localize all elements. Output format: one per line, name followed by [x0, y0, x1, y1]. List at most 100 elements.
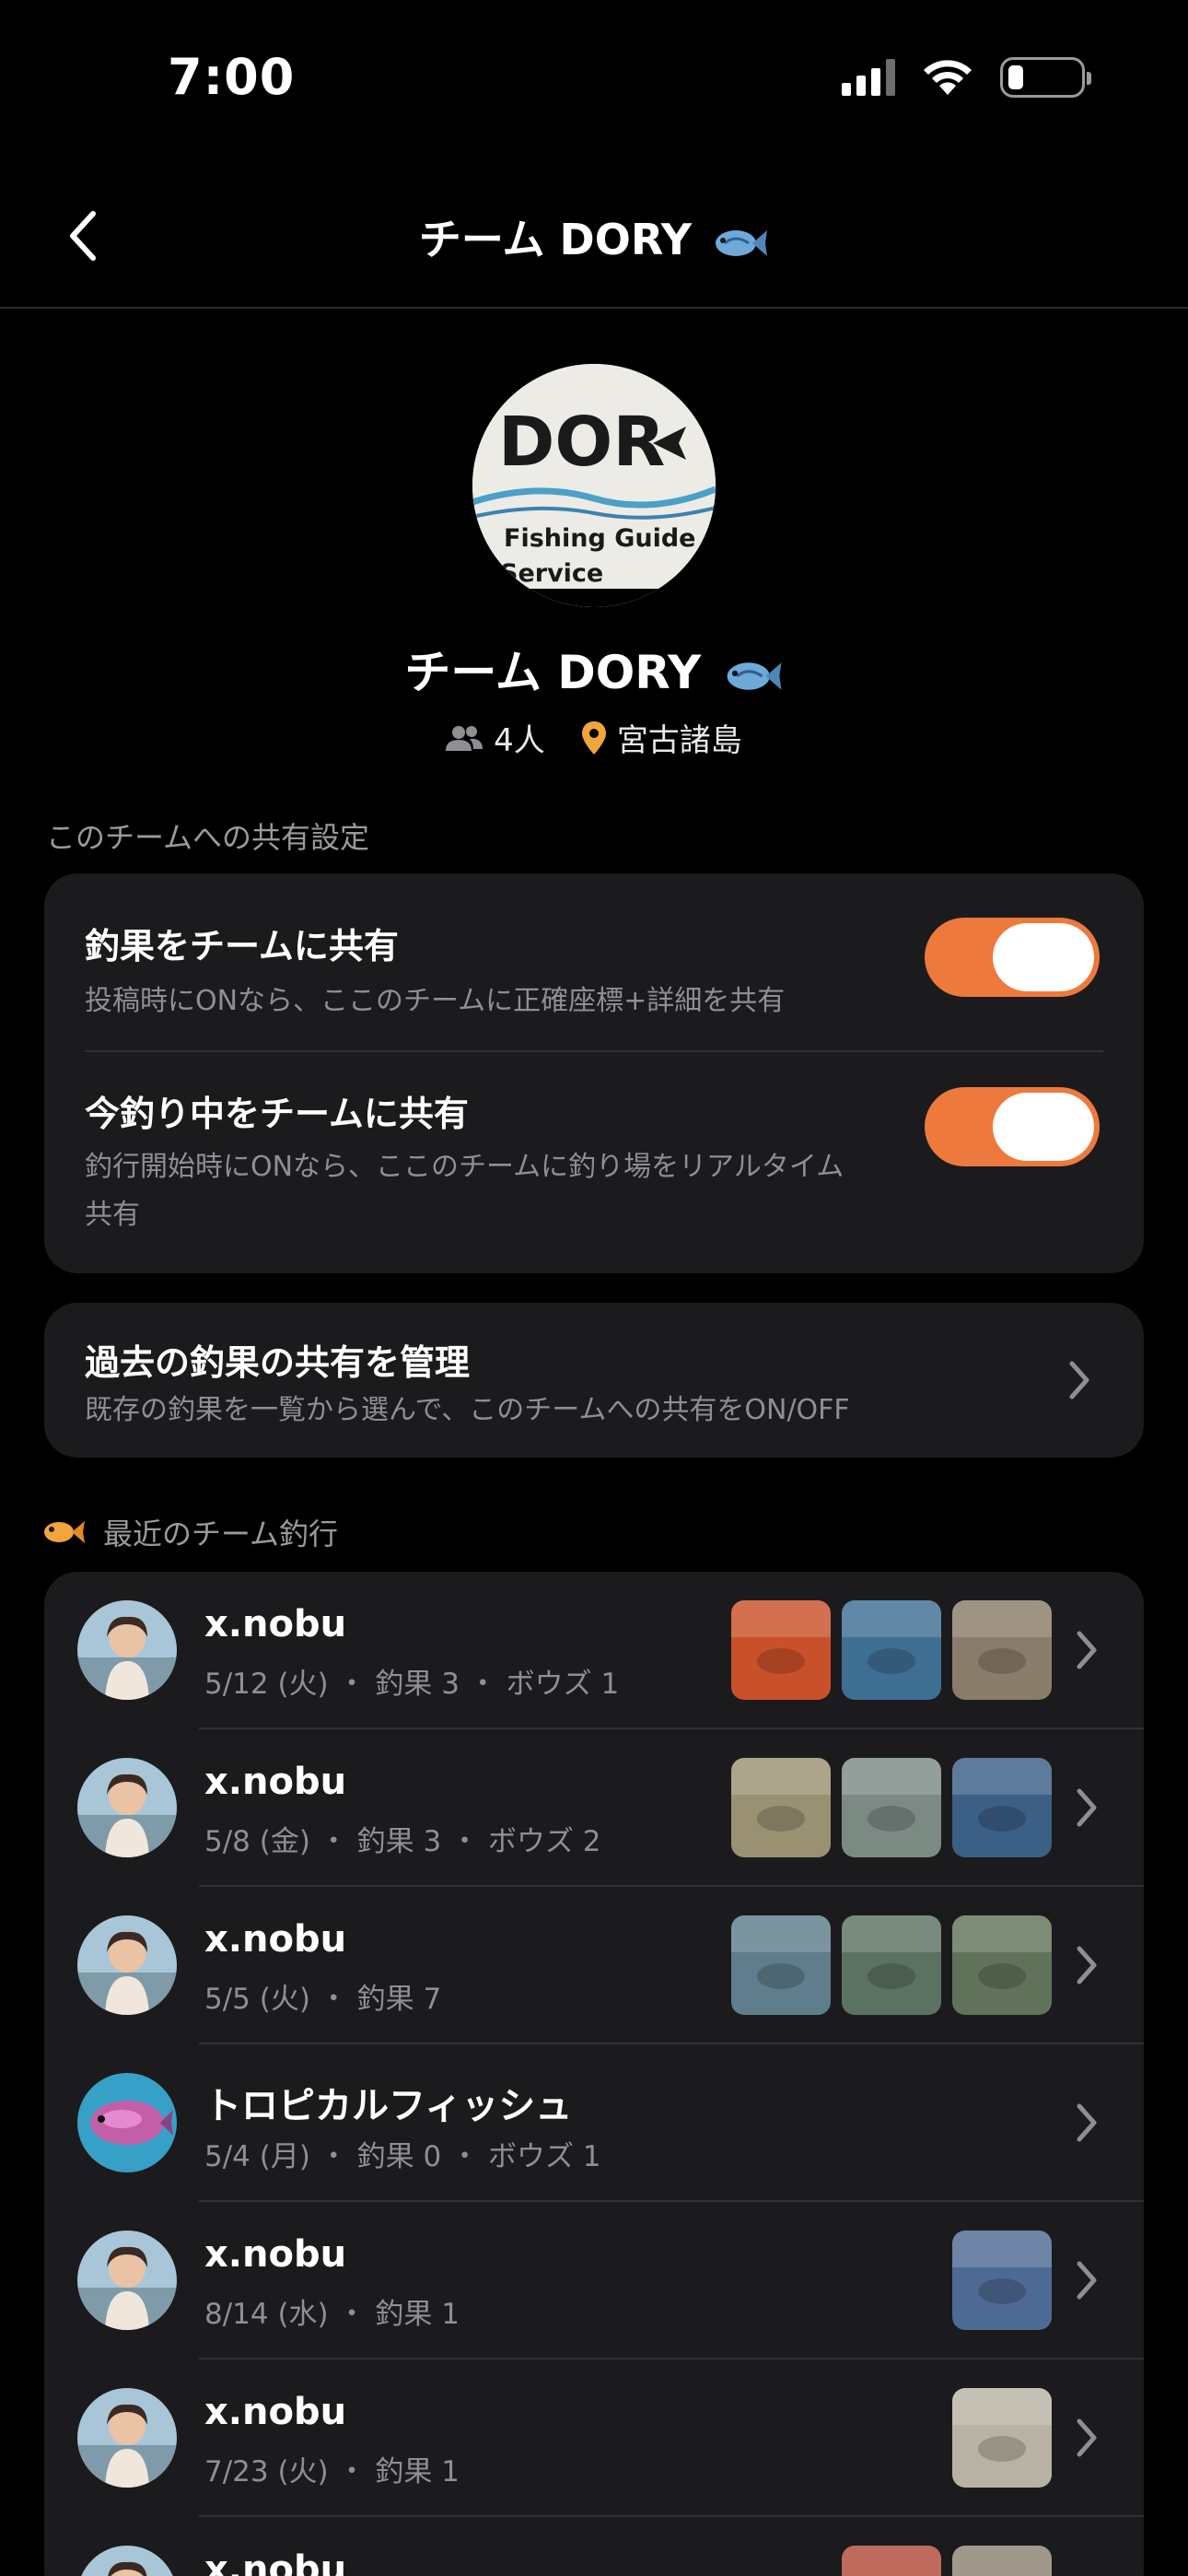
catch-photo[interactable] — [842, 2546, 941, 2576]
nav-bar: チーム DORY — [0, 175, 1188, 309]
catch-photo[interactable] — [952, 2546, 1052, 2576]
trip-date: 5/4 (月) — [204, 2140, 310, 2173]
share-catch-desc: 投稿時にONなら、ここのチームに正確座標+詳細を共有 — [85, 985, 786, 1017]
trip-date: 5/5 (火) — [204, 1983, 310, 2016]
avatar — [77, 2388, 177, 2488]
fish-icon — [727, 662, 782, 690]
wifi-icon — [924, 60, 972, 95]
trip-stats: 釣果 0 ・ ボウズ 1 — [356, 2140, 601, 2173]
recent-trips-header: 最近のチーム釣行 — [42, 1511, 338, 1553]
trip-summary: 5/5 (火) ・ 釣果 7 — [204, 1975, 441, 2017]
trip-row[interactable]: x.nobu 8/14 (水) ・ 釣果 1 — [44, 2202, 1144, 2359]
chevron-right-icon — [1077, 1788, 1097, 1827]
trip-user-name: x.nobu — [204, 2548, 347, 2576]
chevron-right-icon — [1077, 2103, 1097, 2142]
trip-summary: 7/23 (火) ・ 釣果 1 — [204, 2448, 460, 2489]
share-live-desc: 釣行開始時にONなら、ここのチームに釣り場をリアルタイム 共有 — [85, 1143, 844, 1239]
catch-thumbnails — [731, 1758, 1052, 1857]
separator-dot: ・ — [309, 2140, 357, 2173]
catch-photo[interactable] — [731, 1915, 831, 2015]
trip-user-name: x.nobu — [204, 2391, 347, 2433]
trip-stats: 釣果 3 ・ ボウズ 2 — [356, 1825, 601, 1858]
team-meta: 4人 宮古諸島 — [0, 715, 1188, 760]
cellular-signal-icon — [842, 59, 895, 96]
trip-user-name: x.nobu — [204, 1761, 347, 1803]
people-icon — [446, 725, 483, 751]
catch-photo[interactable] — [842, 1600, 941, 1700]
logo-wordmark: DOR — [498, 403, 665, 482]
location-text: 宮古諸島 — [616, 722, 742, 759]
fish-icon — [716, 229, 768, 256]
manage-shares-content: 過去の釣果の共有を管理 既存の釣果を一覧から選んで、このチームへの共有をON/O… — [85, 1334, 850, 1434]
catch-photo[interactable] — [952, 2388, 1052, 2488]
trip-row[interactable]: x.nobu 5/5 (火) ・ 釣果 7 — [44, 1887, 1144, 2044]
trip-date: 7/23 (火) — [204, 2455, 329, 2488]
catch-thumbnails — [731, 1915, 1052, 2015]
logo-text-line1: Fishing Guide — [504, 524, 695, 553]
trip-summary: 5/12 (火) ・ 釣果 3 ・ ボウズ 1 — [204, 1660, 619, 1702]
separator-dot: ・ — [328, 1668, 376, 1701]
chevron-right-icon — [1077, 2261, 1097, 2300]
catch-photo[interactable] — [842, 1758, 941, 1857]
share-live-toggle[interactable] — [925, 1087, 1100, 1166]
share-section-label: このチームへの共有設定 — [46, 820, 370, 855]
status-time: 7:00 — [168, 48, 296, 106]
avatar — [77, 1758, 177, 1857]
catch-photo[interactable] — [952, 1758, 1052, 1857]
separator-dot: ・ — [309, 1983, 357, 2016]
chevron-right-icon — [1077, 2418, 1097, 2457]
recent-trips-label: 最近のチーム釣行 — [103, 1516, 339, 1551]
share-live-desc-line2: 共有 — [85, 1199, 140, 1231]
trip-row[interactable]: x.nobu 5/12 (火) ・ 釣果 3 ・ ボウズ 1 — [44, 1572, 1144, 1729]
trip-user-name: x.nobu — [204, 1603, 347, 1645]
status-icons — [842, 57, 1091, 98]
catch-photo[interactable] — [952, 2231, 1052, 2330]
team-name-text: チーム DORY — [404, 646, 702, 699]
nav-title-text: チーム DORY — [418, 215, 693, 264]
member-count: 4人 — [446, 715, 545, 760]
manage-shares-card[interactable]: 過去の釣果の共有を管理 既存の釣果を一覧から選んで、このチームへの共有をON/O… — [44, 1303, 1144, 1458]
trip-stats: 釣果 1 — [375, 2455, 460, 2488]
team-location: 宮古諸島 — [581, 715, 742, 760]
catch-photo[interactable] — [731, 1600, 831, 1700]
trip-summary: 5/8 (金) ・ 釣果 3 ・ ボウズ 2 — [204, 1818, 601, 1859]
catch-photo[interactable] — [952, 1600, 1052, 1700]
divider — [85, 1050, 1103, 1052]
battery-icon — [1000, 57, 1091, 98]
catch-thumbnails — [842, 2546, 1052, 2576]
trip-summary: 8/14 (水) ・ 釣果 1 — [204, 2290, 460, 2332]
catch-photo[interactable] — [952, 1915, 1052, 2015]
catch-photo[interactable] — [842, 1915, 941, 2015]
avatar — [77, 2231, 177, 2330]
separator-dot: ・ — [328, 2455, 376, 2488]
manage-shares-desc: 既存の釣果を一覧から選んで、このチームへの共有をON/OFF — [85, 1394, 850, 1426]
trip-date: 5/8 (金) — [204, 1825, 310, 1858]
separator-dot: ・ — [328, 2298, 376, 2331]
location-pin-icon — [581, 720, 606, 755]
avatar — [77, 2546, 177, 2576]
catch-thumbnails — [952, 2388, 1052, 2488]
trip-user-name: x.nobu — [204, 2233, 347, 2276]
catch-photo[interactable] — [731, 1758, 831, 1857]
trip-summary: 5/4 (月) ・ 釣果 0 ・ ボウズ 1 — [204, 2133, 601, 2174]
share-live-desc-line1: 釣行開始時にONなら、ここのチームに釣り場をリアルタイム — [85, 1151, 844, 1183]
trip-row[interactable]: x.nobu 5/8 (金) ・ 釣果 3 ・ ボウズ 2 — [44, 1729, 1144, 1887]
status-bar: 7:00 — [0, 0, 1188, 157]
share-settings-card: 釣果をチームに共有 投稿時にONなら、ここのチームに正確座標+詳細を共有 今釣り… — [44, 873, 1144, 1273]
chevron-right-icon — [1077, 1946, 1097, 1985]
catch-thumbnails — [731, 1600, 1052, 1700]
share-catch-toggle[interactable] — [925, 918, 1100, 997]
team-logo: DOR Fishing Guide Service — [472, 364, 716, 607]
recent-trips-list: x.nobu 5/12 (火) ・ 釣果 3 ・ ボウズ 1 x.nobu 5/8 (… — [44, 1572, 1144, 2576]
trip-row[interactable]: x.nobu 7/23 (火) ・ 釣果 1 — [44, 2359, 1144, 2517]
trip-user-name: トロピカルフィッシュ — [204, 2085, 573, 2127]
trip-row[interactable]: トロピカルフィッシュ 5/4 (月) ・ 釣果 0 ・ ボウズ 1 — [44, 2044, 1144, 2202]
trip-stats: 釣果 7 — [356, 1983, 442, 2016]
chevron-right-icon — [1077, 1631, 1097, 1669]
trip-row[interactable]: x.nobu — [44, 2517, 1144, 2576]
fish-icon — [44, 1521, 85, 1543]
share-live-row: 今釣り中をチームに共有 釣行開始時にONなら、ここのチームに釣り場をリアルタイム… — [85, 1085, 844, 1239]
trip-stats: 釣果 1 — [375, 2298, 460, 2331]
trip-date: 5/12 (火) — [204, 1668, 329, 1701]
share-catch-row: 釣果をチームに共有 投稿時にONなら、ここのチームに正確座標+詳細を共有 — [85, 918, 785, 1025]
